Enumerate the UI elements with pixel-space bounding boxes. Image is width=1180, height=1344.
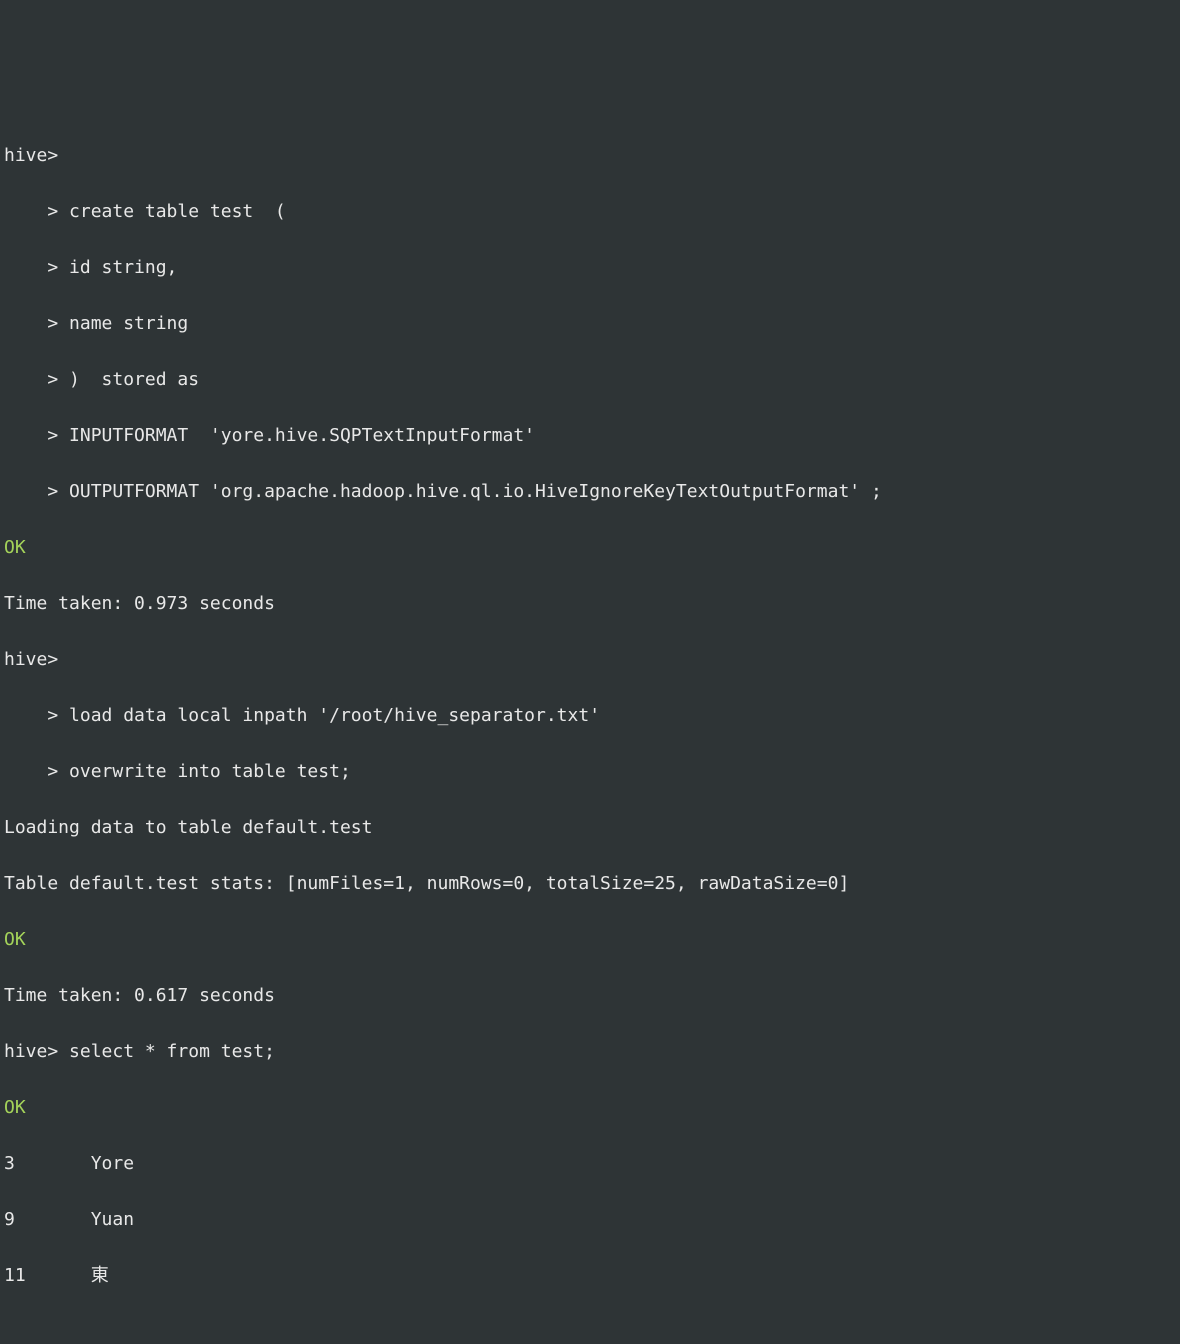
table-row: 9 Yuan [4,1206,1176,1234]
terminal-output[interactable]: hive> > create table test ( > id string,… [4,114,1176,1344]
status-ok: OK [4,1094,1176,1122]
sql-line: > create table test ( [4,198,1176,226]
sql-line: > OUTPUTFORMAT 'org.apache.hadoop.hive.q… [4,478,1176,506]
table-row: 3 Yore [4,1150,1176,1178]
prompt-line: hive> [4,142,1176,170]
sql-line: > ) stored as [4,366,1176,394]
sql-line: > name string [4,310,1176,338]
output-line: Loading data to table default.test [4,814,1176,842]
timing-line: Time taken: 0.617 seconds [4,982,1176,1010]
output-line: Table default.test stats: [numFiles=1, n… [4,870,1176,898]
sql-line: > overwrite into table test; [4,758,1176,786]
status-ok: OK [4,534,1176,562]
table-row: 11 東 [4,1262,1176,1290]
sql-line: > id string, [4,254,1176,282]
sql-line: hive> select * from test; [4,1038,1176,1066]
status-ok: OK [4,926,1176,954]
sql-line: > load data local inpath '/root/hive_sep… [4,702,1176,730]
sql-line: > INPUTFORMAT 'yore.hive.SQPTextInputFor… [4,422,1176,450]
timing-line: Time taken: 0.973 seconds [4,590,1176,618]
prompt-line: hive> [4,646,1176,674]
